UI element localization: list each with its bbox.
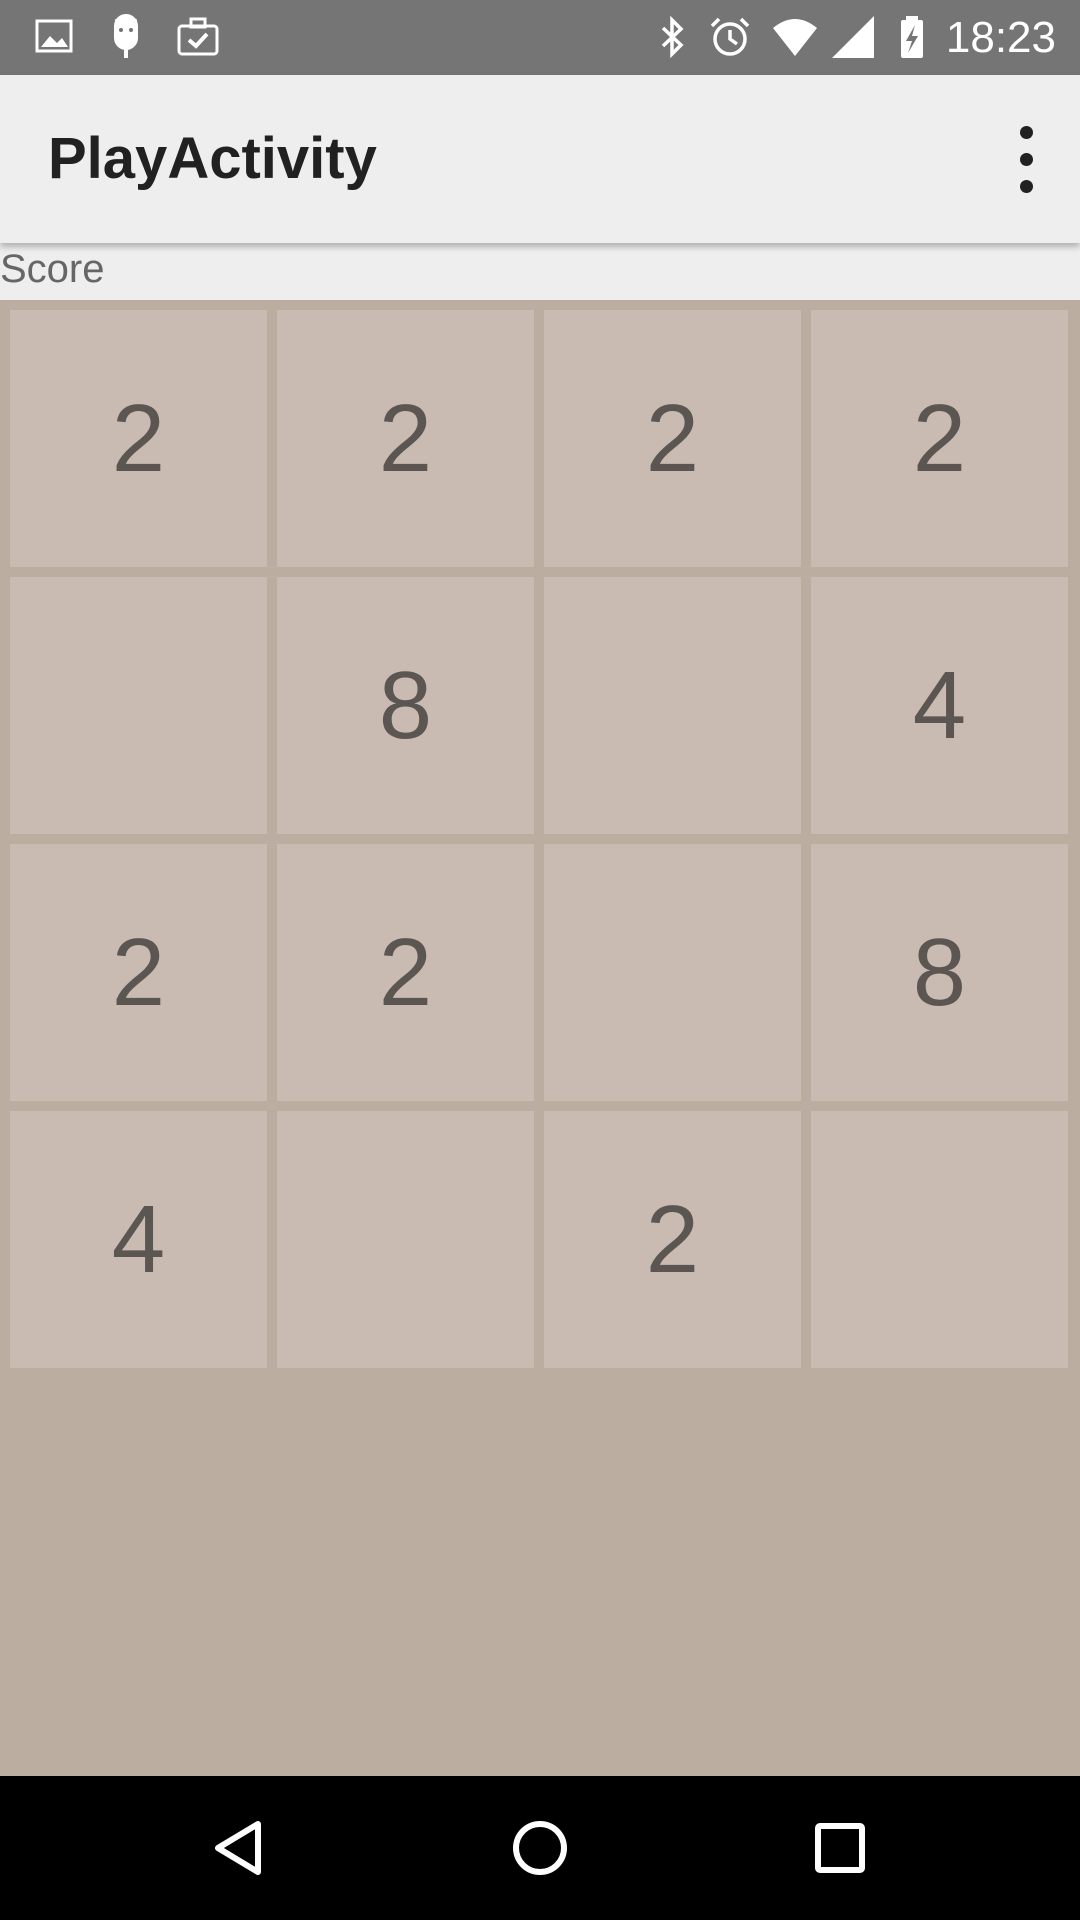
- image-icon: [35, 19, 73, 53]
- navigation-bar: [0, 1776, 1080, 1920]
- game-board[interactable]: 2 2 2 2 8 4 2 2 8 4 2: [0, 300, 1080, 1776]
- board-tile: 2: [277, 844, 534, 1101]
- board-tile: 2: [10, 844, 267, 1101]
- alarm-icon: [710, 17, 750, 56]
- board-tile: 2: [10, 310, 267, 567]
- status-bar: 18:23: [0, 0, 1080, 75]
- board-tile: 8: [277, 577, 534, 834]
- wifi-icon: [773, 19, 817, 56]
- board-tile: [277, 1111, 534, 1368]
- battery-charging-icon: [901, 16, 923, 58]
- board-tile: [544, 844, 801, 1101]
- board-tile: [10, 577, 267, 834]
- score-row: Score: [0, 243, 1080, 300]
- app-bar: PlayActivity: [0, 75, 1080, 243]
- overflow-menu-button[interactable]: [970, 117, 1080, 201]
- board-tile: [544, 577, 801, 834]
- cell-signal-icon: [832, 16, 874, 58]
- android-debug-icon: [114, 14, 138, 58]
- status-time: 18:23: [945, 13, 1056, 62]
- board-tile: 2: [811, 310, 1068, 567]
- score-label: Score: [0, 247, 105, 291]
- board-tile: 2: [277, 310, 534, 567]
- board-tile: 2: [544, 1111, 801, 1368]
- board-tile: 8: [811, 844, 1068, 1101]
- task-check-icon: [177, 17, 219, 56]
- recents-icon[interactable]: [790, 1798, 890, 1898]
- home-icon[interactable]: [490, 1798, 590, 1898]
- bluetooth-icon: [661, 15, 684, 59]
- board-tile: [811, 1111, 1068, 1368]
- board-tile: 2: [544, 310, 801, 567]
- board-tile: 4: [10, 1111, 267, 1368]
- board-tile: 4: [811, 577, 1068, 834]
- page-title: PlayActivity: [48, 126, 377, 191]
- back-icon[interactable]: [190, 1798, 290, 1898]
